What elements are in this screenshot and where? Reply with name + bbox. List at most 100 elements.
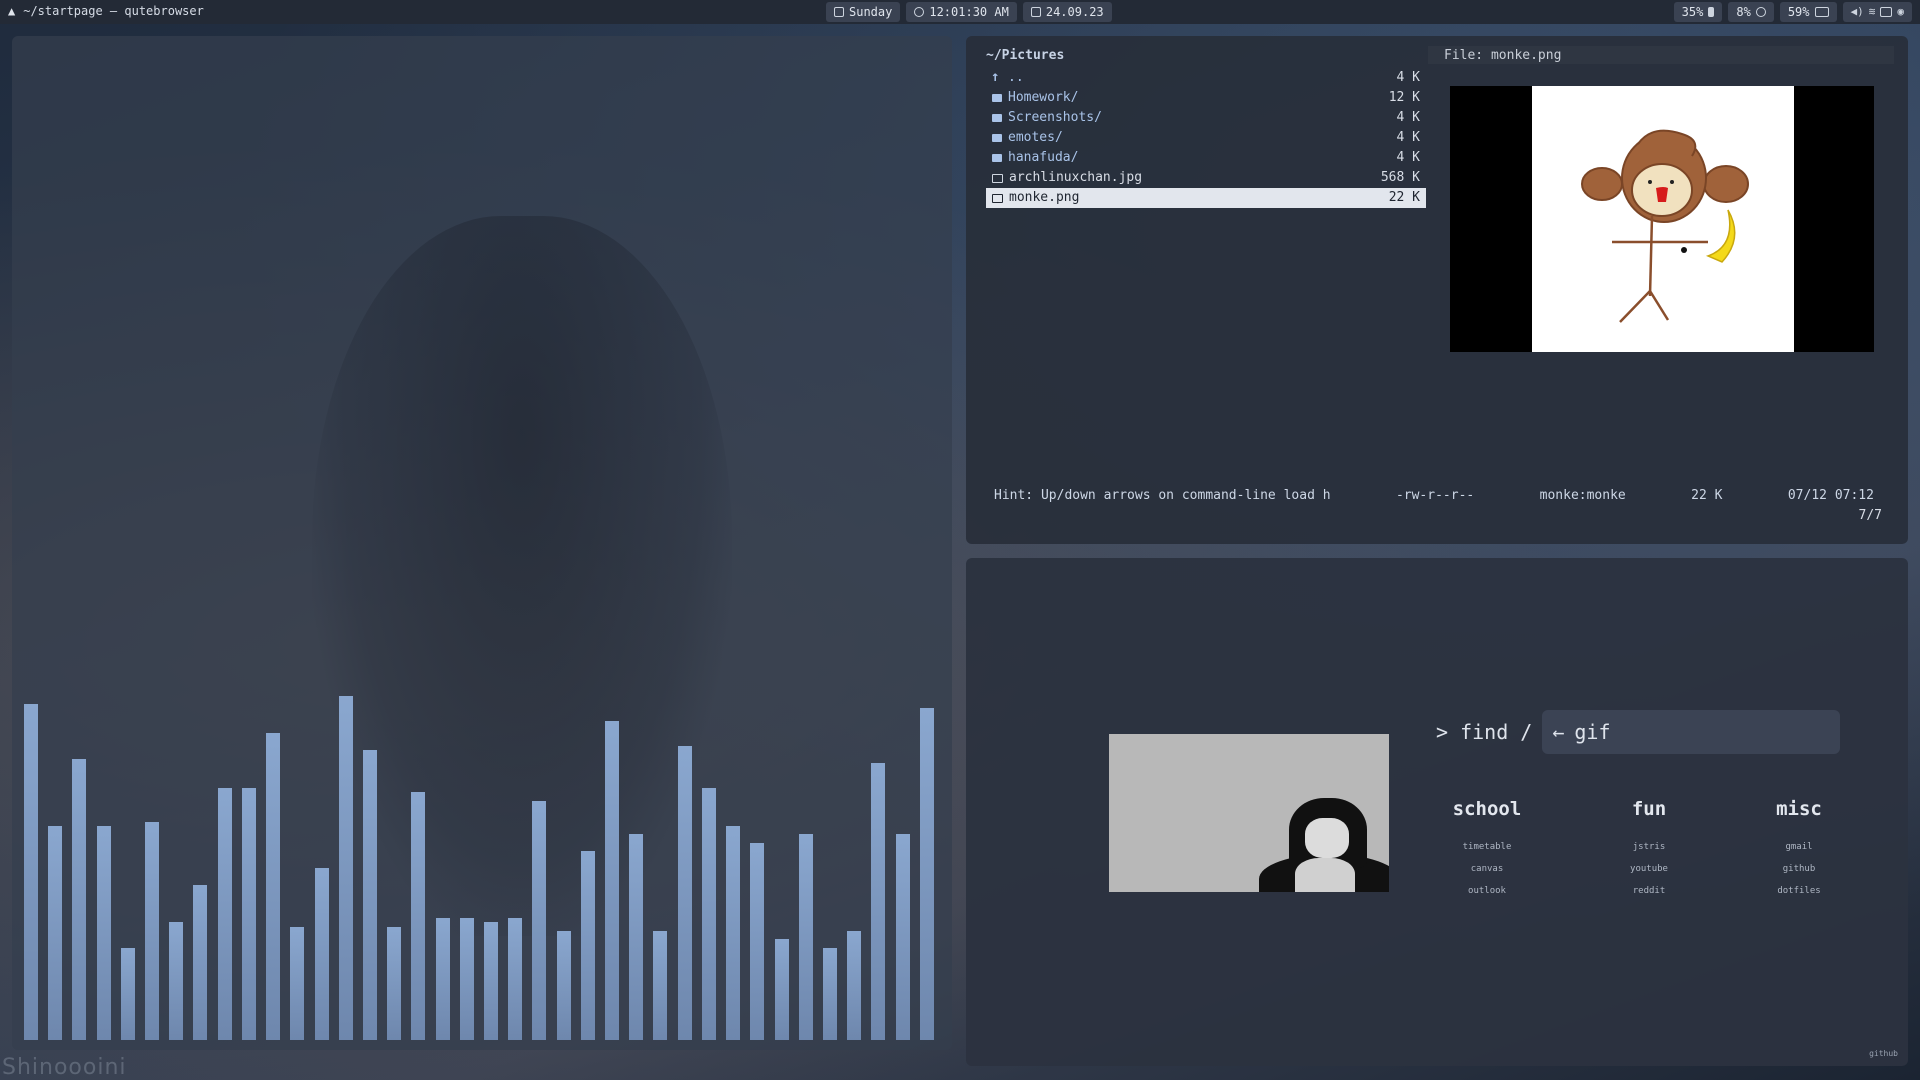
visualizer-bar	[919, 708, 934, 1040]
visualizer-bar	[629, 834, 644, 1040]
window-title: ~/startpage — qutebrowser	[23, 4, 204, 18]
system-tray: 35% 8% 59% ◀) ≋ ◉	[1673, 2, 1912, 22]
cpu-label: 35%	[1681, 5, 1704, 19]
startpage-window[interactable]: > find / ← gif school timetable canvas o…	[966, 558, 1908, 1066]
image-file-icon	[992, 173, 1003, 183]
visualizer-bar	[508, 918, 523, 1040]
gamepad-icon[interactable]: ◉	[1897, 4, 1904, 20]
visualizer-bar	[847, 931, 862, 1040]
column-heading: fun	[1631, 798, 1667, 820]
current-path: ~/Pictures	[986, 48, 1065, 63]
status-line: Hint: Up/down arrows on command-line loa…	[994, 488, 1874, 503]
status-permissions: -rw-r--r--	[1395, 488, 1475, 503]
window-icon[interactable]	[1880, 7, 1893, 17]
date-label: 24.09.23	[1045, 5, 1104, 19]
link-github[interactable]: github	[1729, 858, 1869, 880]
link-timetable[interactable]: timetable	[1417, 836, 1557, 858]
link-youtube[interactable]: youtube	[1579, 858, 1719, 880]
calendar-icon	[834, 7, 844, 17]
visualizer-bar	[798, 834, 813, 1040]
visualizer-bar	[387, 927, 402, 1040]
image-figure-shirt	[1295, 858, 1355, 892]
file-list-item[interactable]: emotes/4 K	[986, 128, 1426, 148]
link-canvas[interactable]: canvas	[1417, 858, 1557, 880]
search-prompt: > find /	[1436, 720, 1533, 744]
file-name: ..	[1008, 70, 1024, 85]
link-reddit[interactable]: reddit	[1579, 880, 1719, 902]
visualizer-bar	[750, 843, 765, 1040]
visualizer-bar	[145, 822, 160, 1040]
file-list-item[interactable]: .. 4 K	[986, 67, 1426, 88]
battery-widget[interactable]: 59%	[1779, 2, 1837, 22]
wallpaper-signature: Shinoooini	[2, 1055, 127, 1080]
file-list-item[interactable]: Screenshots/4 K	[986, 108, 1426, 128]
column-heading: school	[1452, 798, 1522, 820]
link-gmail[interactable]: gmail	[1729, 836, 1869, 858]
visualizer-bar	[605, 721, 620, 1040]
file-size: 12 K	[1388, 90, 1420, 105]
visualizer-bar	[484, 922, 498, 1040]
file-size: 22 K	[1388, 190, 1420, 205]
visualizer-bar	[290, 927, 305, 1040]
file-list-item[interactable]: archlinuxchan.jpg 568 K	[986, 168, 1426, 188]
volume-icon[interactable]: ◀)	[1851, 4, 1864, 20]
status-modified: 07/12 07:12	[1787, 488, 1874, 503]
battery-icon	[1814, 7, 1829, 17]
image-file-icon	[992, 193, 1003, 203]
visualizer-bar	[580, 851, 595, 1040]
search-input[interactable]: ← gif	[1542, 710, 1841, 754]
folder-icon	[992, 114, 1002, 122]
clock-icon	[914, 7, 925, 17]
visualizer-bar	[72, 759, 87, 1040]
link-dotfiles[interactable]: dotfiles	[1729, 880, 1869, 902]
startpage-image	[1109, 734, 1389, 892]
status-hint: Hint: Up/down arrows on command-line loa…	[994, 488, 1331, 503]
visualizer-bar	[338, 696, 353, 1040]
monke-drawing	[1532, 86, 1794, 352]
visualizer-bar	[96, 826, 111, 1040]
file-name: hanafuda/	[1008, 150, 1079, 165]
folder-icon	[992, 154, 1002, 162]
cpu-widget[interactable]: 35%	[1673, 2, 1723, 22]
visualizer-bar	[241, 788, 256, 1040]
audio-visualizer-pane	[12, 36, 952, 1050]
date-widget[interactable]: 24.09.23	[1022, 2, 1112, 22]
back-arrow-icon[interactable]: ←	[1552, 720, 1564, 744]
file-name: Screenshots/	[1008, 110, 1102, 125]
link-column-fun: fun jstris youtube reddit	[1579, 798, 1719, 902]
link-column-misc: misc gmail github dotfiles	[1729, 798, 1869, 902]
file-size: 4 K	[1396, 130, 1420, 145]
day-widget[interactable]: Sunday	[826, 2, 901, 22]
memory-label: 8%	[1736, 5, 1751, 19]
folder-icon	[992, 94, 1002, 102]
monkey-drawing-svg	[1581, 129, 1749, 323]
visualizer-bar	[217, 788, 232, 1040]
file-list-item[interactable]: Homework/12 K	[986, 88, 1426, 108]
preview-label: File: monke.png	[1444, 48, 1562, 63]
time-widget[interactable]: 12:01:30 AM	[906, 2, 1017, 22]
wifi-icon[interactable]: ≋	[1869, 4, 1876, 20]
memory-widget[interactable]: 8%	[1728, 2, 1774, 22]
memory-icon	[1755, 7, 1766, 17]
link-outlook[interactable]: outlook	[1417, 880, 1557, 902]
visualizer-bar	[314, 868, 329, 1040]
file-size: 4 K	[1396, 70, 1420, 85]
file-manager-window[interactable]: ~/Pictures ..4 KHomework/12 KScreenshots…	[966, 36, 1908, 544]
tray-icons: ◀) ≋ ◉	[1842, 2, 1912, 22]
visualizer-bar	[435, 918, 450, 1040]
visualizer-bar	[193, 885, 208, 1040]
file-size: 4 K	[1396, 150, 1420, 165]
status-size: 22 K	[1691, 488, 1723, 503]
github-footer-link[interactable]: github	[1869, 1049, 1898, 1058]
file-name: monke.png	[1009, 190, 1080, 205]
visualizer-bar	[24, 704, 38, 1040]
visualizer-bar	[726, 826, 741, 1040]
visualizer-bar	[48, 826, 63, 1040]
visualizer-bar	[895, 834, 910, 1040]
file-list-item[interactable]: hanafuda/4 K	[986, 148, 1426, 168]
file-size: 568 K	[1380, 170, 1420, 185]
visualizer-bar	[362, 750, 377, 1040]
link-jstris[interactable]: jstris	[1579, 836, 1719, 858]
search-bar: > find / ← gif	[1436, 710, 1841, 754]
file-list-item[interactable]: monke.png 22 K	[986, 188, 1426, 208]
